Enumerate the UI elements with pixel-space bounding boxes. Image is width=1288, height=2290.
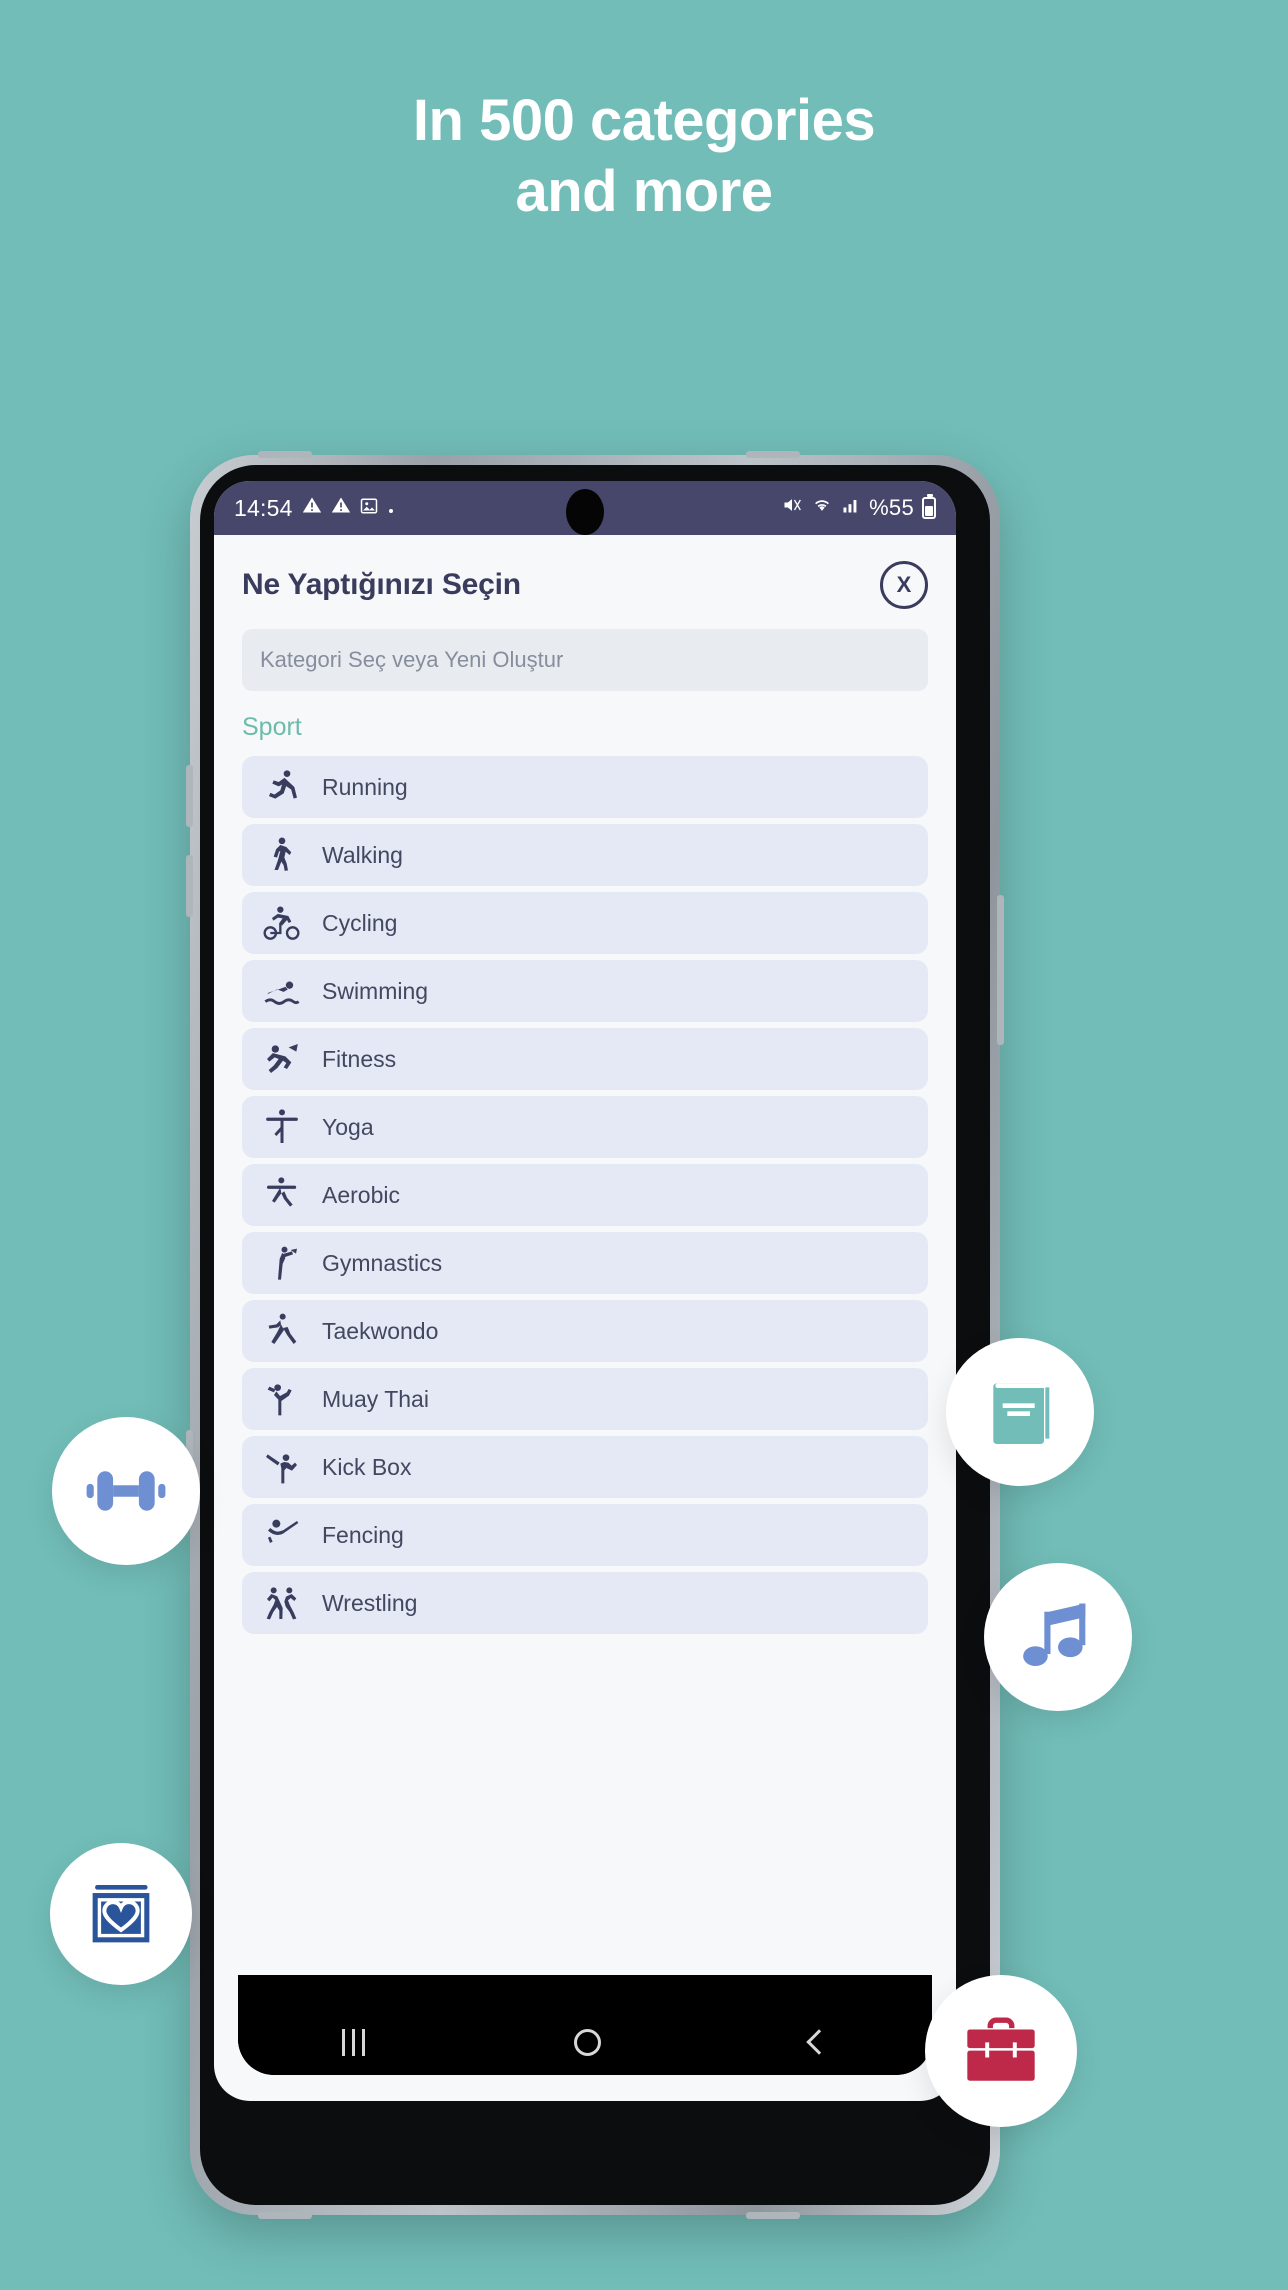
list-item-muay-thai[interactable]: Muay Thai <box>242 1368 928 1430</box>
list-item-label: Gymnastics <box>322 1249 443 1276</box>
list-item-aerobic[interactable]: Aerobic <box>242 1164 928 1226</box>
status-bar-right: %55 <box>781 494 936 521</box>
warning-icon <box>331 495 351 521</box>
page-title: In 500 categories and more <box>0 86 1288 228</box>
mute-icon <box>781 495 803 521</box>
list-item-kick-box[interactable]: Kick Box <box>242 1436 928 1498</box>
cycling-icon <box>260 901 304 945</box>
recent-apps-icon[interactable] <box>342 2028 366 2056</box>
headline-line-2: and more <box>515 158 773 224</box>
book-icon <box>980 1372 1060 1452</box>
wifi-icon <box>811 495 833 521</box>
muay-thai-icon <box>260 1377 304 1421</box>
list-item-gymnastics[interactable]: Gymnastics <box>242 1232 928 1294</box>
fencing-icon <box>260 1513 304 1557</box>
status-bar: 14:54 %55 <box>214 481 956 535</box>
list-item-label: Aerobic <box>322 1181 400 1208</box>
badge-dumbbell <box>52 1417 200 1565</box>
phone-nub <box>746 2212 800 2219</box>
dot-icon <box>387 495 395 521</box>
app-header: Ne Yaptığınızı Seçin X <box>214 535 956 627</box>
category-list: Running Walking Cycling Swimming Fitness… <box>214 756 956 1634</box>
search-input[interactable] <box>242 629 928 691</box>
kick-box-icon <box>260 1445 304 1489</box>
list-item-label: Kick Box <box>322 1453 412 1480</box>
section-header-sport: Sport <box>214 691 956 756</box>
list-item-label: Fencing <box>322 1521 404 1548</box>
list-item-fencing[interactable]: Fencing <box>242 1504 928 1566</box>
list-item-label: Yoga <box>322 1113 374 1140</box>
yoga-icon <box>260 1105 304 1149</box>
image-icon <box>360 495 378 521</box>
list-item-label: Swimming <box>322 977 429 1004</box>
signal-icon <box>841 495 861 521</box>
list-item-label: Wrestling <box>322 1589 418 1616</box>
list-item-label: Taekwondo <box>322 1317 439 1344</box>
aerobic-icon <box>260 1173 304 1217</box>
fitness-icon <box>260 1037 304 1081</box>
home-icon[interactable] <box>573 2028 601 2056</box>
phone-nub <box>186 855 193 917</box>
list-item-taekwondo[interactable]: Taekwondo <box>242 1300 928 1362</box>
badge-briefcase <box>925 1975 1077 2127</box>
battery-icon <box>922 494 936 519</box>
list-item-label: Cycling <box>322 909 398 936</box>
list-item-swimming[interactable]: Swimming <box>242 960 928 1022</box>
close-button[interactable]: X <box>880 561 928 609</box>
warning-icon <box>302 495 322 521</box>
phone-nub <box>258 2212 312 2219</box>
heart-book-icon <box>84 1877 158 1951</box>
badge-book <box>946 1338 1094 1486</box>
phone-mockup: 14:54 %55 Ne Yaptığınızı Seçin X Kategor… <box>186 451 1004 2219</box>
taekwondo-icon <box>260 1309 304 1353</box>
status-bar-left: 14:54 <box>234 495 395 522</box>
briefcase-icon <box>958 2008 1044 2094</box>
list-item-label: Walking <box>322 841 403 868</box>
dumbbell-icon <box>83 1448 169 1534</box>
search-container <box>214 627 956 691</box>
walking-icon <box>260 833 304 877</box>
app-title: Ne Yaptığınızı Seçin <box>242 568 521 601</box>
battery-percent: %55 <box>869 495 914 520</box>
headline-line-1: In 500 categories <box>412 88 876 153</box>
running-icon <box>260 765 304 809</box>
phone-nub <box>186 765 193 827</box>
phone-nub <box>746 451 800 458</box>
phone-nub <box>997 895 1004 1045</box>
music-note-icon <box>1017 1596 1099 1678</box>
camera-notch <box>566 489 604 535</box>
list-item-cycling[interactable]: Cycling <box>242 892 928 954</box>
badge-heart-book <box>50 1843 192 1985</box>
wrestling-icon <box>260 1581 304 1625</box>
list-item-label: Fitness <box>322 1045 397 1072</box>
android-navigation-bar <box>238 2009 932 2075</box>
phone-nub <box>258 451 312 458</box>
list-item-fitness[interactable]: Fitness <box>242 1028 928 1090</box>
badge-music <box>984 1563 1132 1711</box>
list-item-label: Running <box>322 773 408 800</box>
list-item-yoga[interactable]: Yoga <box>242 1096 928 1158</box>
list-item-walking[interactable]: Walking <box>242 824 928 886</box>
list-item-label: Muay Thai <box>322 1385 429 1412</box>
swimming-icon <box>260 969 304 1013</box>
back-icon[interactable] <box>805 2029 832 2055</box>
list-item-running[interactable]: Running <box>242 756 928 818</box>
status-time: 14:54 <box>234 494 293 521</box>
list-item-wrestling[interactable]: Wrestling <box>242 1572 928 1634</box>
gymnastics-icon <box>260 1241 304 1285</box>
phone-screen: 14:54 %55 Ne Yaptığınızı Seçin X Kategor… <box>214 481 956 2101</box>
